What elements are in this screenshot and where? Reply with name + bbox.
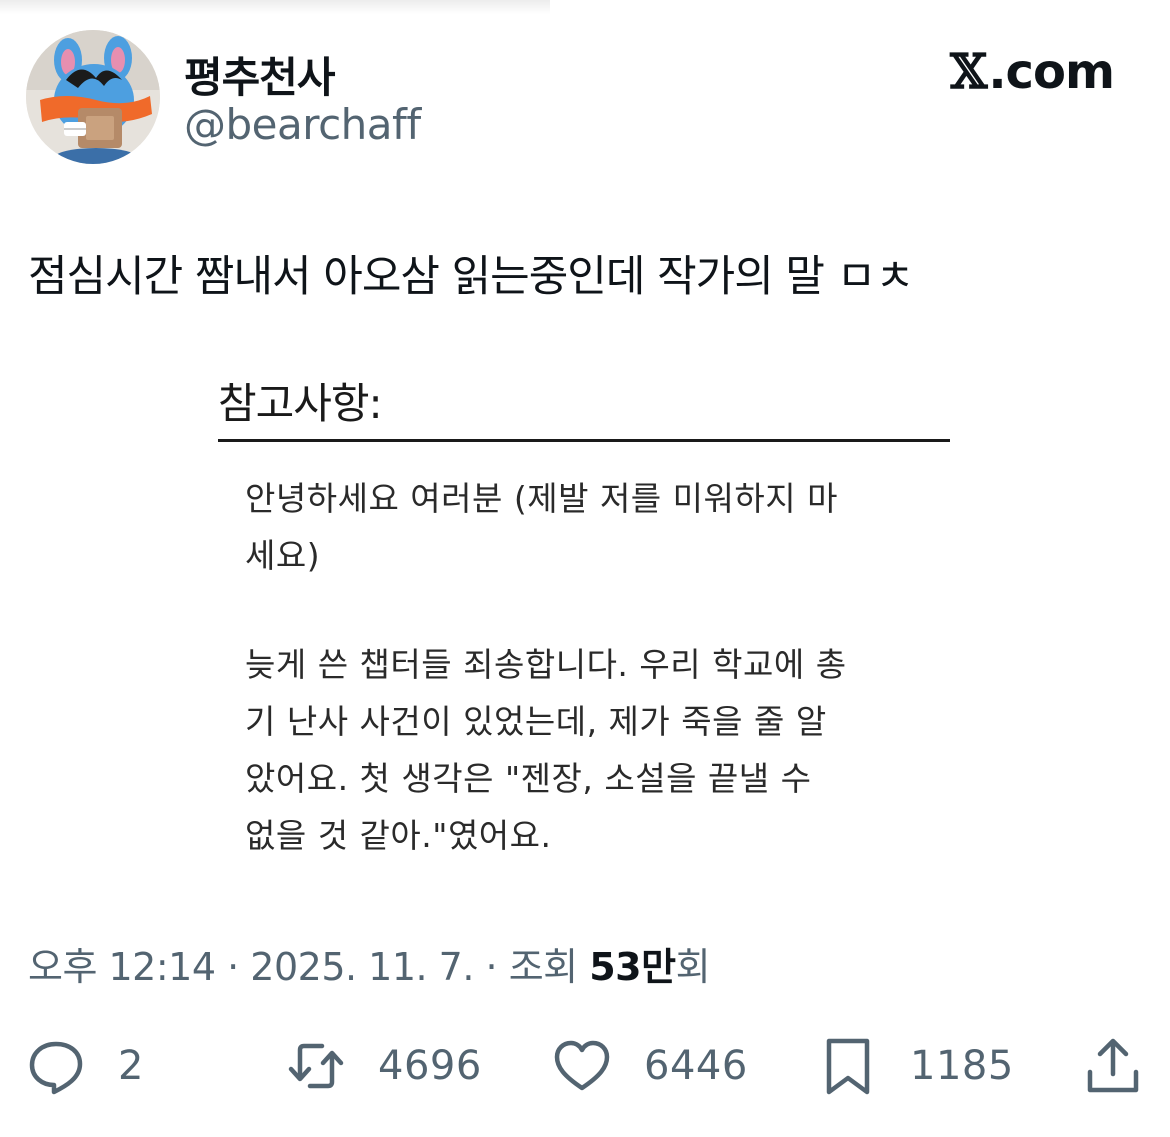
reply-button[interactable]: 2 xyxy=(26,1036,144,1096)
avatar-image xyxy=(26,30,160,164)
tweet-time[interactable]: 오후 12:14 xyxy=(28,945,216,989)
note-line: 안녕하세요 여러분 (제발 저를 미워하지 마 xyxy=(245,479,838,518)
bookmark-button[interactable]: 1185 xyxy=(818,1036,1014,1096)
author-handle[interactable]: @bearchaff xyxy=(184,100,421,149)
note-paragraph: 안녕하세요 여러분 (제발 저를 미워하지 마 세요) xyxy=(245,470,935,584)
attached-note-image[interactable]: 참고사항: 안녕하세요 여러분 (제발 저를 미워하지 마 세요) 늦게 쓴 챕… xyxy=(218,370,950,864)
tweet-text: 점심시간 짬내서 아오삼 읽는중인데 작가의 말 ㅁㅊ xyxy=(28,252,915,302)
note-line: 세요) xyxy=(245,536,321,575)
top-edge-shade xyxy=(0,0,550,14)
note-title-rule xyxy=(218,439,950,442)
author-display-name[interactable]: 평추천사 xyxy=(184,44,336,105)
tweet-meta: 오후 12:14 · 2025. 11. 7. · 조회 53만회 xyxy=(28,936,711,991)
retweet-icon xyxy=(288,1043,344,1089)
meta-separator: · xyxy=(227,945,239,989)
reply-count: 2 xyxy=(118,1043,144,1089)
site-badge: 𝕏 .com xyxy=(950,44,1115,100)
retweet-count: 4696 xyxy=(378,1043,482,1089)
views-count: 53만 xyxy=(589,945,676,989)
note-paragraph: 늦게 쓴 챕터들 죄송합니다. 우리 학교에 총 기 난사 사건이 있었는데, … xyxy=(245,636,935,864)
note-body: 안녕하세요 여러분 (제발 저를 미워하지 마 세요) 늦게 쓴 챕터들 죄송합… xyxy=(245,470,935,864)
views-label: 조회 xyxy=(508,945,578,989)
x-logo-icon: 𝕏 xyxy=(950,44,987,100)
bookmark-count: 1185 xyxy=(910,1043,1014,1089)
views-suffix: 회 xyxy=(675,945,711,989)
note-line: 없을 것 같아."였어요. xyxy=(245,816,552,855)
like-button[interactable]: 6446 xyxy=(552,1036,748,1096)
retweet-button[interactable]: 4696 xyxy=(286,1036,482,1096)
meta-separator: · xyxy=(485,945,498,989)
reply-icon xyxy=(29,1041,83,1095)
tweet-page: 평추천사 @bearchaff 𝕏 .com 점심시간 짬내서 아오삼 읽는중인… xyxy=(0,0,1170,1137)
like-count: 6446 xyxy=(644,1043,748,1089)
note-title: 참고사항: xyxy=(218,379,383,428)
site-badge-label: .com xyxy=(988,44,1115,100)
tweet-date[interactable]: 2025. 11. 7. xyxy=(250,945,474,989)
share-icon xyxy=(1087,1038,1139,1093)
bookmark-icon xyxy=(826,1038,870,1095)
note-line: 았어요. 첫 생각은 "젠장, 소설을 끝낼 수 xyxy=(245,759,812,798)
heart-icon xyxy=(554,1040,610,1091)
note-line: 늦게 쓴 챕터들 죄송합니다. 우리 학교에 총 xyxy=(245,645,847,684)
avatar[interactable] xyxy=(26,30,160,164)
share-button[interactable] xyxy=(1083,1036,1143,1096)
note-line: 기 난사 사건이 있었는데, 제가 죽을 줄 알 xyxy=(245,702,827,741)
